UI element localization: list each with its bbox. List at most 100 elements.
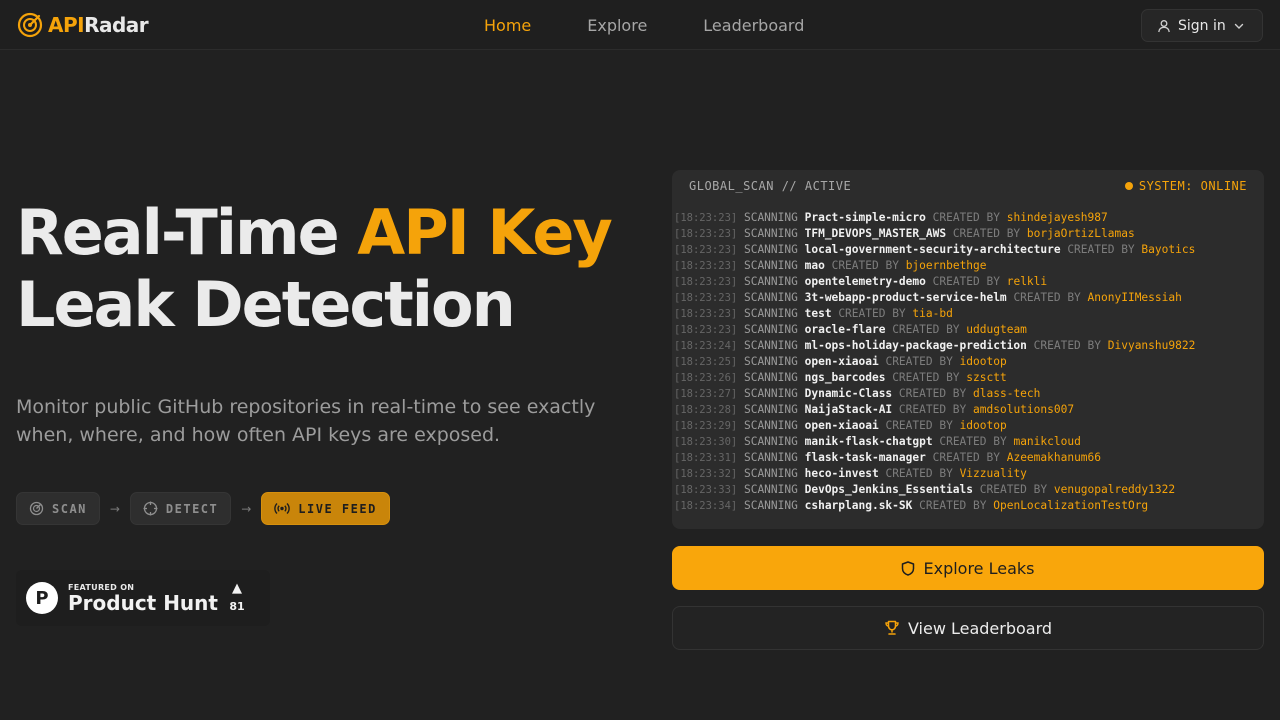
log-created-by: CREATED BY <box>979 483 1048 496</box>
view-leaderboard-label: View Leaderboard <box>907 618 1053 638</box>
log-timestamp: [18:23:24] <box>674 340 738 352</box>
log-created-by: CREATED BY <box>1033 339 1101 352</box>
log-scanning-keyword: SCANNING <box>743 371 798 384</box>
log-line: [18:23:23] SCANNING mao CREATED BY bjoer… <box>674 258 1264 274</box>
log-username[interactable]: idootop <box>960 355 1007 368</box>
nav-explore[interactable]: Explore <box>587 16 647 35</box>
log-repo-name[interactable]: open-xiaoai <box>805 419 879 432</box>
shield-icon <box>902 560 915 576</box>
log-username[interactable]: OpenLocalizationTestOrg <box>993 499 1148 512</box>
log-repo-name[interactable]: Pract-simple-micro <box>805 211 926 224</box>
user-icon <box>1158 19 1170 32</box>
log-username[interactable]: uddugteam <box>966 323 1027 336</box>
log-scanning-keyword: SCANNING <box>743 339 798 352</box>
log-scanning-keyword: SCANNING <box>743 227 798 240</box>
hero-title-part1: Real-Time <box>16 196 358 269</box>
log-created-by: CREATED BY <box>892 371 960 384</box>
log-timestamp: [18:23:23] <box>674 276 738 288</box>
nav-home[interactable]: Home <box>484 16 531 35</box>
log-repo-name[interactable]: test <box>805 307 832 320</box>
log-username[interactable]: Azeemakhanum66 <box>1007 451 1101 464</box>
log-repo-name[interactable]: Dynamic-Class <box>805 387 893 400</box>
log-created-by: CREATED BY <box>831 259 899 272</box>
log-repo-name[interactable]: ml-ops-holiday-package-prediction <box>805 339 1027 352</box>
main-nav: Home Explore Leaderboard <box>484 16 804 35</box>
explore-leaks-label: Explore Leaks <box>923 558 1035 578</box>
log-scanning-keyword: SCANNING <box>743 307 798 320</box>
log-username[interactable]: amdsolutions007 <box>973 403 1074 416</box>
log-username[interactable]: szsctt <box>966 371 1006 384</box>
step-scan: SCAN <box>16 492 100 525</box>
radar-icon <box>17 12 43 38</box>
trophy-icon <box>885 620 899 635</box>
log-scanning-keyword: SCANNING <box>743 419 798 432</box>
log-scanning-keyword: SCANNING <box>743 291 798 304</box>
log-created-by: CREATED BY <box>932 211 1000 224</box>
view-leaderboard-button[interactable]: View Leaderboard <box>672 606 1264 650</box>
log-line: [18:23:23] SCANNING opentelemetry-demo C… <box>674 274 1264 290</box>
log-repo-name[interactable]: open-xiaoai <box>805 355 879 368</box>
log-created-by: CREATED BY <box>952 227 1021 240</box>
log-username[interactable]: Divyanshu9822 <box>1108 339 1196 352</box>
top-navbar: APIRadar Home Explore Leaderboard Sign i… <box>0 0 1280 50</box>
log-repo-name[interactable]: heco-invest <box>805 467 879 480</box>
explore-leaks-button[interactable]: Explore Leaks <box>672 546 1264 590</box>
arrow-right-icon: → <box>241 501 252 516</box>
log-repo-name[interactable]: 3t-webapp-product-service-helm <box>805 291 1007 304</box>
log-timestamp: [18:23:31] <box>674 452 738 464</box>
log-line: [18:23:23] SCANNING 3t-webapp-product-se… <box>674 290 1264 306</box>
log-repo-name[interactable]: DevOps_Jenkins_Essentials <box>805 483 973 496</box>
sign-in-button[interactable]: Sign in <box>1141 9 1263 42</box>
log-repo-name[interactable]: flask-task-manager <box>805 451 926 464</box>
product-hunt-name: Product Hunt <box>68 590 218 615</box>
log-repo-name[interactable]: oracle-flare <box>805 323 886 336</box>
log-line: [18:23:29] SCANNING open-xiaoai CREATED … <box>674 418 1264 434</box>
step-scan-label: SCAN <box>52 501 87 516</box>
product-hunt-badge[interactable]: P FEATURED ON Product Hunt ▲ 81 <box>16 570 270 626</box>
log-timestamp: [18:23:30] <box>674 436 738 448</box>
nav-leaderboard[interactable]: Leaderboard <box>703 16 804 35</box>
brand-logo[interactable]: APIRadar <box>16 11 149 39</box>
log-created-by: CREATED BY <box>932 275 1000 288</box>
step-live-feed: LIVE FEED <box>261 492 390 525</box>
log-username[interactable]: tia-bd <box>912 307 952 320</box>
log-repo-name[interactable]: mao <box>805 259 825 272</box>
log-scanning-keyword: SCANNING <box>743 387 798 400</box>
log-repo-name[interactable]: opentelemetry-demo <box>805 275 926 288</box>
log-repo-name[interactable]: local-government-security-architecture <box>805 243 1061 256</box>
log-username[interactable]: shindejayesh987 <box>1007 211 1108 224</box>
hero-title-accent: API Key <box>357 196 612 269</box>
log-username[interactable]: AnonyIIMessiah <box>1088 291 1182 304</box>
log-username[interactable]: relkli <box>1007 275 1047 288</box>
log-username[interactable]: Bayotics <box>1141 243 1195 256</box>
log-timestamp: [18:23:23] <box>674 324 738 336</box>
log-repo-name[interactable]: manik-flask-chatgpt <box>805 435 933 448</box>
log-line: [18:23:30] SCANNING manik-flask-chatgpt … <box>674 434 1264 450</box>
log-scanning-keyword: SCANNING <box>743 243 798 256</box>
log-username[interactable]: venugopalreddy1322 <box>1054 483 1175 496</box>
log-username[interactable]: borjaOrtizLlamas <box>1027 227 1135 240</box>
log-repo-name[interactable]: ngs_barcodes <box>805 371 886 384</box>
log-scanning-keyword: SCANNING <box>743 435 798 448</box>
log-created-by: CREATED BY <box>939 435 1007 448</box>
log-timestamp: [18:23:23] <box>674 308 738 320</box>
log-line: [18:23:23] SCANNING Pract-simple-micro C… <box>674 210 1264 226</box>
log-repo-name[interactable]: TFM_DEVOPS_MASTER_AWS <box>805 227 946 240</box>
log-created-by: CREATED BY <box>1067 243 1135 256</box>
log-line: [18:23:34] SCANNING csharplang.sk-SK CRE… <box>674 498 1264 514</box>
log-username[interactable]: dlass-tech <box>973 387 1040 400</box>
terminal-log[interactable]: [18:23:23] SCANNING Pract-simple-micro C… <box>672 202 1264 522</box>
log-line: [18:23:32] SCANNING heco-invest CREATED … <box>674 466 1264 482</box>
log-scanning-keyword: SCANNING <box>743 259 798 272</box>
log-line: [18:23:23] SCANNING local-government-sec… <box>674 242 1264 258</box>
log-repo-name[interactable]: NaijaStack-AI <box>805 403 893 416</box>
log-timestamp: [18:23:32] <box>674 468 738 480</box>
log-username[interactable]: manikcloud <box>1013 435 1080 448</box>
log-username[interactable]: Vizzuality <box>960 467 1027 480</box>
product-hunt-logo-icon: P <box>26 582 58 614</box>
log-repo-name[interactable]: csharplang.sk-SK <box>805 499 913 512</box>
system-status-label: SYSTEM: ONLINE <box>1138 179 1247 193</box>
log-username[interactable]: idootop <box>960 419 1007 432</box>
log-username[interactable]: bjoernbethge <box>906 259 987 272</box>
log-timestamp: [18:23:23] <box>674 292 738 304</box>
